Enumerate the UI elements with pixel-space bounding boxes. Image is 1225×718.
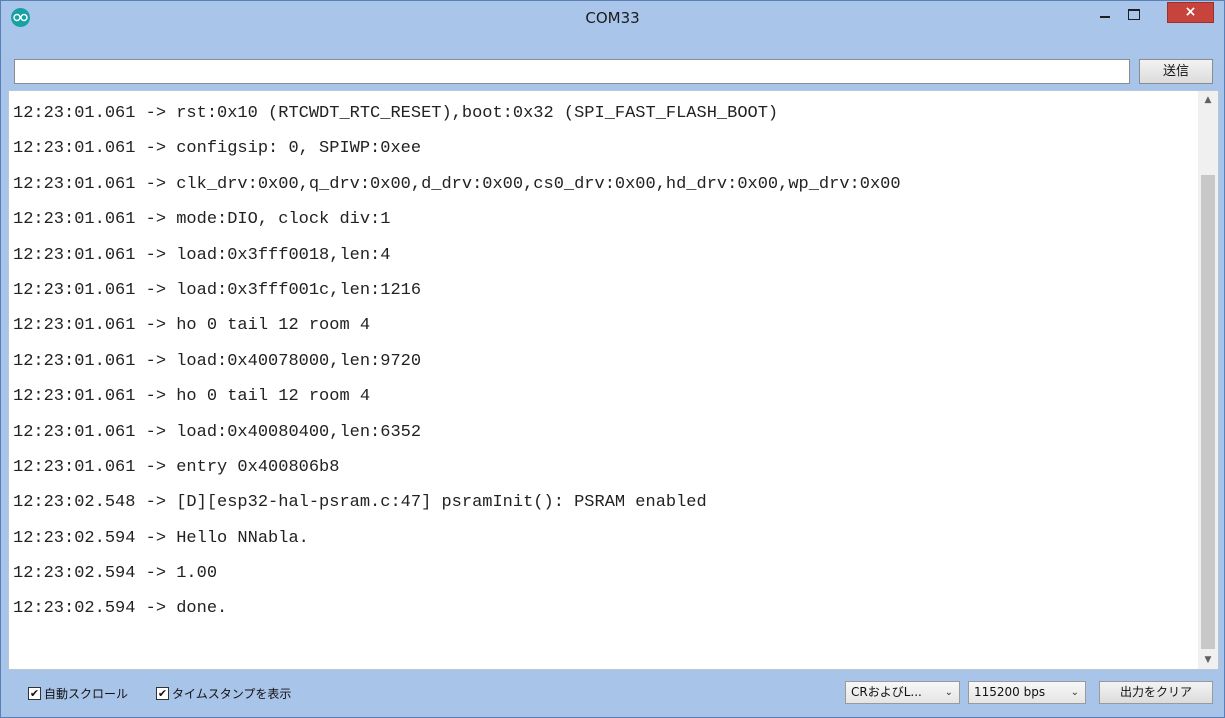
serial-monitor-window: COM33 × 送信 12:23:01.061 -> rst:0x10 (RTC… <box>0 0 1225 718</box>
status-bar: ✔ 自動スクロール ✔ タイムスタンプを表示 CRおよびL... ⌄ 11520… <box>1 673 1224 717</box>
baud-rate-value: 115200 bps <box>974 685 1046 699</box>
timestamp-checkbox[interactable]: ✔ タイムスタンプを表示 <box>156 685 291 701</box>
output-line: 12:23:01.061 -> configsip: 0, SPIWP:0xee <box>13 139 422 159</box>
window-title: COM33 <box>585 9 640 27</box>
minimize-icon[interactable] <box>1094 4 1116 24</box>
output-line: 12:23:02.594 -> done. <box>13 599 228 619</box>
close-icon[interactable]: × <box>1167 2 1214 23</box>
title-bar[interactable]: COM33 × <box>1 1 1224 57</box>
timestamp-label: タイムスタンプを表示 <box>172 686 292 701</box>
chevron-down-icon: ⌄ <box>1070 687 1079 698</box>
checkmark-icon: ✔ <box>29 686 40 700</box>
scroll-down-arrow-icon[interactable]: ▼ <box>1198 651 1218 669</box>
output-line: 12:23:01.061 -> ho 0 tail 12 room 4 <box>13 387 371 407</box>
output-line: 12:23:01.061 -> load:0x40080400,len:6352 <box>13 422 422 442</box>
autoscroll-checkbox-box[interactable]: ✔ <box>28 686 41 700</box>
serial-output-area[interactable]: 12:23:01.061 -> rst:0x10 (RTCWDT_RTC_RES… <box>8 90 1219 670</box>
output-line: 12:23:01.061 -> load:0x40078000,len:9720 <box>13 351 422 371</box>
clear-output-button[interactable]: 出力をクリア <box>1099 681 1213 704</box>
output-line: 12:23:01.061 -> clk_drv:0x00,q_drv:0x00,… <box>13 174 901 194</box>
output-lines: 12:23:01.061 -> rst:0x10 (RTCWDT_RTC_RES… <box>13 96 1197 627</box>
output-line: 12:23:01.061 -> load:0x3fff0018,len:4 <box>13 245 391 265</box>
autoscroll-label: 自動スクロール <box>44 686 129 701</box>
send-input[interactable] <box>14 59 1130 84</box>
checkmark-icon: ✔ <box>157 686 168 700</box>
output-line: 12:23:01.061 -> load:0x3fff001c,len:1216 <box>13 280 422 300</box>
maximize-icon[interactable] <box>1121 4 1147 24</box>
line-ending-value: CRおよびL... <box>851 685 922 699</box>
baud-rate-select[interactable]: 115200 bps ⌄ <box>968 681 1086 704</box>
send-button[interactable]: 送信 <box>1139 59 1213 84</box>
output-line: 12:23:02.594 -> 1.00 <box>13 564 218 584</box>
scroll-thumb[interactable] <box>1201 175 1215 649</box>
output-line: 12:23:02.594 -> Hello NNabla. <box>13 528 309 548</box>
timestamp-checkbox-box[interactable]: ✔ <box>156 686 169 700</box>
vertical-scrollbar[interactable]: ▲ ▼ <box>1198 91 1218 669</box>
output-line: 12:23:01.061 -> mode:DIO, clock div:1 <box>13 210 391 230</box>
scroll-up-arrow-icon[interactable]: ▲ <box>1198 91 1218 109</box>
line-ending-select[interactable]: CRおよびL... ⌄ <box>845 681 960 704</box>
output-line: 12:23:01.061 -> entry 0x400806b8 <box>13 457 340 477</box>
output-line: 12:23:01.061 -> rst:0x10 (RTCWDT_RTC_RES… <box>13 104 779 123</box>
output-line: 12:23:02.548 -> [D][esp32-hal-psram.c:47… <box>13 493 707 513</box>
autoscroll-checkbox[interactable]: ✔ 自動スクロール <box>28 685 128 701</box>
chevron-down-icon: ⌄ <box>944 687 953 698</box>
output-line: 12:23:01.061 -> ho 0 tail 12 room 4 <box>13 316 371 336</box>
